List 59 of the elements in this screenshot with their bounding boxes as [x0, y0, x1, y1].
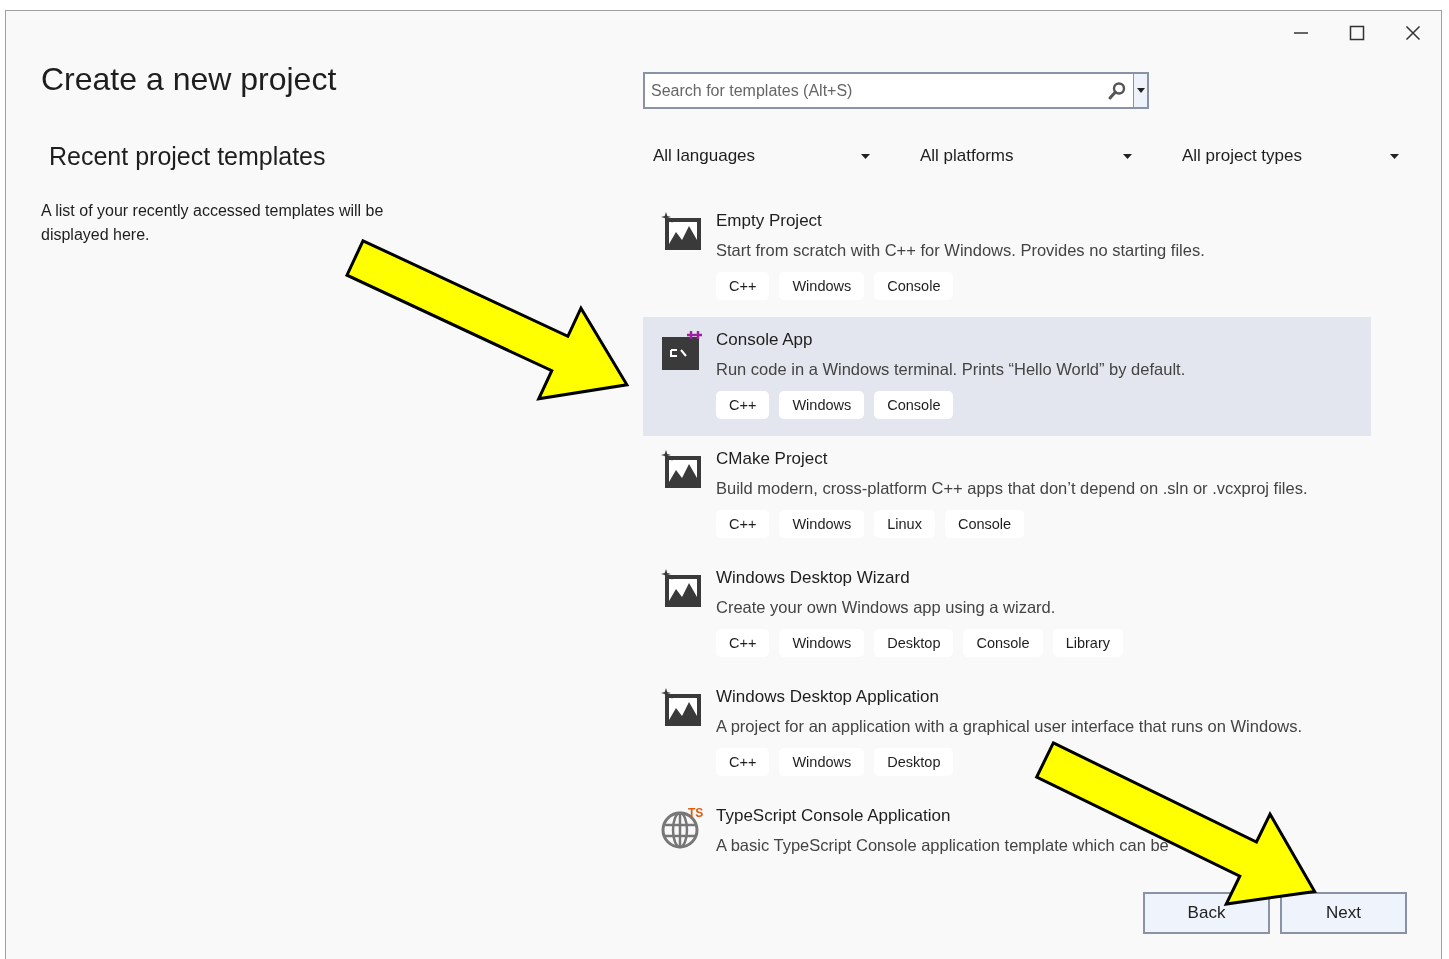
dropdown-button[interactable] [1133, 74, 1147, 107]
caret-icon [861, 153, 870, 159]
caret-icon [1123, 153, 1132, 159]
tag: Windows [779, 748, 865, 776]
search-box[interactable]: Search for templates (Alt+S) [643, 72, 1149, 109]
filter-dropdown[interactable]: All platforms [910, 140, 1140, 172]
template-icon [661, 688, 703, 728]
template-item[interactable]: Windows Desktop Wizard Create your own Windows app using a wizard. C++ Windows Desktop Console Library [643, 555, 1371, 674]
template-title: Console App [716, 329, 814, 351]
terminal-icon [661, 331, 703, 371]
maximize-icon[interactable] [1349, 25, 1365, 41]
tag: Windows [779, 272, 865, 300]
section-heading: Recent project templates [49, 141, 327, 171]
search-field[interactable]: Search for templates (Alt+S) [645, 81, 1107, 100]
tag: C++ [716, 510, 770, 538]
empty-message: A list of your recently accessed templates will be displayed here. [41, 201, 385, 245]
template-description: A basic TypeScript Console application template which can be [716, 835, 1169, 856]
tag: Linux [874, 510, 935, 538]
tag: Library [1052, 629, 1123, 657]
tag: Windows [779, 510, 865, 538]
template-item[interactable]: CMake Project Build modern, cross-platform C++ apps that don’t depend on .sln or .vcxproj files. C++ Windows Linux Console [643, 436, 1371, 555]
caret-icon [1136, 88, 1145, 93]
template-title: Empty Project [716, 210, 823, 232]
filter-dropdown[interactable]: All project types [1172, 140, 1407, 172]
tag: C++ [716, 629, 770, 657]
template-description: Create your own Windows app using a wizard. [716, 597, 1057, 618]
tag: Console [874, 272, 954, 300]
template-icon [661, 569, 703, 609]
search-icon[interactable] [1107, 80, 1127, 101]
filter-dropdown[interactable]: All languages [643, 140, 878, 172]
tag: Windows [779, 391, 865, 419]
template-description: Start from scratch with C++ for Windows. Provides no starting files. [716, 240, 1205, 261]
dialog-title: Create a new project [41, 60, 338, 99]
template-description: A project for an application with a graphical user interface that runs on Windows. [716, 716, 1303, 737]
template-icon [661, 450, 703, 490]
tag: Console [963, 629, 1043, 657]
template-icon [661, 212, 703, 252]
template-item[interactable]: Windows Desktop Application A project for an application with a graphical user interface that runs on Windows. C++ Windows Desktop [643, 674, 1371, 793]
tag: C++ [716, 391, 770, 419]
template-item[interactable]: Empty Project Start from scratch with C++ for Windows. Provides no starting files. C++ Windows Console [643, 198, 1371, 317]
template-description: Run code in a Windows terminal. Prints “Hello World” by default. [716, 359, 1186, 380]
template-item[interactable]: TS TypeScript Console Application A basic TypeScript Console application template which can be [643, 793, 1371, 856]
template-title: Windows Desktop Application [716, 686, 940, 708]
tag: Desktop [874, 629, 954, 657]
template-description: Build modern, cross-platform C++ apps that don’t depend on .sln or .vcxproj files. [716, 478, 1308, 499]
tag: Console [944, 510, 1025, 538]
tag: Windows [779, 629, 865, 657]
tag: C++ [716, 748, 770, 776]
dialog-button[interactable]: Next [1280, 892, 1407, 934]
tag: Desktop [874, 748, 954, 776]
dialog-button[interactable]: Back [1143, 892, 1270, 934]
tag: Console [874, 391, 954, 419]
template-title: TypeScript Console Application [716, 805, 952, 827]
caret-icon [1390, 153, 1399, 159]
template-title: CMake Project [716, 448, 829, 470]
close-icon[interactable] [1405, 25, 1421, 41]
template-item[interactable]: Console App Run code in a Windows terminal. Prints “Hello World” by default. C++ Windows Console [643, 317, 1371, 436]
tag: C++ [716, 272, 770, 300]
template-title: Windows Desktop Wizard [716, 567, 911, 589]
